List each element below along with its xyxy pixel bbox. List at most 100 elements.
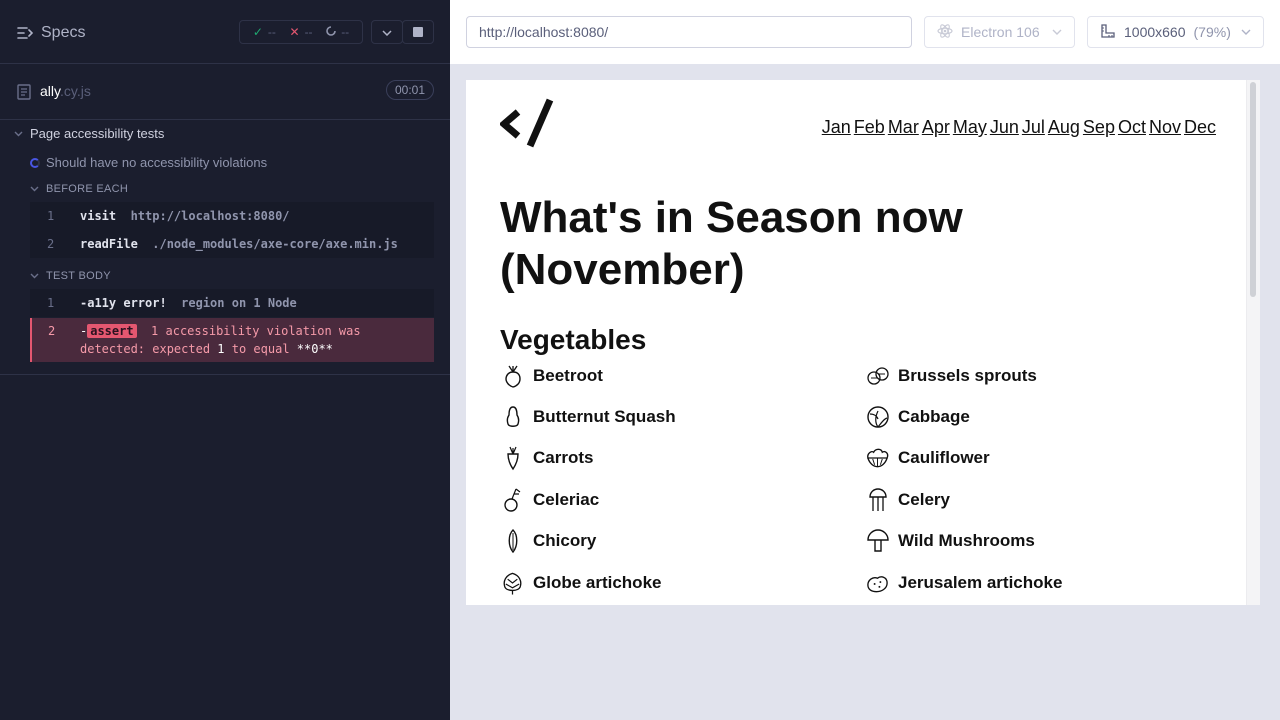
error-message-2c: to equal [231,342,290,356]
vegetable-item: Brussels sprouts [865,363,1037,388]
failed-stat: ✕ -- [290,25,313,39]
scrollbar-thumb[interactable] [1250,82,1256,297]
section-heading: Vegetables [500,324,647,355]
spec-file-header[interactable]: ally.cy.js 00:01 [0,65,450,120]
test-title: Should have no accessibility violations [46,155,268,170]
assert-tag: assert [87,324,137,338]
command-number: 2 [47,237,55,251]
test-body-hook[interactable]: TEST BODY [30,270,111,282]
test-body-commands: 1 -a11y error! region on 1 Node [30,289,434,317]
run-duration-badge: 00:01 [386,80,434,100]
spec-file-name: ally.cy.js [40,83,91,99]
month-link-jun[interactable]: Jun [990,117,1019,138]
month-nav: Jan Feb Mar Apr May Jun Jul Aug Sep Oct Nov Dec [822,117,1216,138]
chevron-down-icon [30,184,39,194]
month-link-may[interactable]: May [953,117,987,138]
vegetable-name: Celeriac [533,489,600,509]
ruler-icon [1100,23,1116,42]
month-link-nov[interactable]: Nov [1149,117,1181,138]
document-icon [17,84,31,105]
command-message: region on 1 Node [181,296,297,310]
chevron-down-icon [14,129,23,139]
vegetable-name: Cabbage [898,406,970,426]
error-message-2a: detected: expected [80,342,211,356]
specs-toggle-button[interactable]: Specs [17,22,85,44]
failed-count: -- [304,25,313,39]
pending-count: -- [341,25,350,39]
page-title-line-1: What's in Season now [500,193,963,242]
vegetable-item: Jerusalem artichoke [865,570,1062,595]
vegetable-item: Beetroot [500,363,603,388]
running-spinner-icon [30,157,40,168]
viewport-scale: (79%) [1193,24,1231,40]
failed-assertion-row[interactable]: 2 - assert 1 accessibility violation was … [30,318,434,362]
month-link-dec[interactable]: Dec [1184,117,1216,138]
pending-stat: -- [326,25,349,39]
page-title-line-2: (November) [500,245,745,294]
page-title: What's in Season now (November) [500,192,1100,296]
command-number: 1 [47,296,55,310]
before-each-commands: 1 visit http://localhost:8080/ 2 readFil… [30,202,434,258]
site-logo-icon[interactable] [498,98,556,153]
error-message-1: 1 accessibility violation was [151,324,361,338]
vegetable-name: Globe artichoke [533,572,662,592]
vegetable-name: Carrots [533,448,594,468]
command-name: visit http://localhost:8080/ [80,209,290,223]
chicory-icon [500,529,525,554]
cauliflower-icon [865,446,890,471]
beetroot-icon [500,363,525,388]
chevron-down-icon [30,271,39,281]
vegetable-name: Beetroot [533,365,603,385]
passed-stat: ✓ -- [253,25,276,39]
vegetable-item: Chicory [500,529,596,554]
specs-list-icon [17,26,33,40]
command-name: readFile ./node_modules/axe-core/axe.min… [80,237,398,251]
command-row[interactable]: 1 -a11y error! region on 1 Node [30,289,434,317]
month-link-jul[interactable]: Jul [1022,117,1045,138]
month-link-mar[interactable]: Mar [888,117,919,138]
vegetable-name: Butternut Squash [533,406,676,426]
month-link-aug[interactable]: Aug [1048,117,1080,138]
vegetable-name: Cauliflower [898,448,990,468]
error-actual-value: **0** [296,342,333,356]
before-each-hook[interactable]: BEFORE EACH [30,183,128,195]
specs-label: Specs [41,24,86,41]
error-line-2: detected: expected 1 to equal **0** [80,342,333,356]
vegetable-name: Chicory [533,531,597,551]
scrollbar-track[interactable] [1246,80,1260,605]
command-row[interactable]: 2 readFile ./node_modules/axe-core/axe.m… [30,230,434,258]
test-body-title: TEST BODY [46,270,111,282]
passed-count: -- [267,25,276,39]
vegetable-name: Jerusalem artichoke [898,572,1063,592]
vegetable-item: Celery [865,487,950,512]
vegetable-name: Wild Mushrooms [898,531,1035,551]
mushroom-icon [865,529,890,554]
carrot-icon [500,446,525,471]
vegetable-item: Cauliflower [865,446,990,471]
month-link-feb[interactable]: Feb [854,117,885,138]
auto-scroll-dropdown-button[interactable] [371,20,403,44]
month-link-jan[interactable]: Jan [822,117,851,138]
viewport-selector[interactable]: 1000x660 (79%) [1087,16,1264,48]
url-input[interactable] [466,16,912,48]
test-row[interactable]: Should have no accessibility violations [30,155,267,170]
test-stats: ✓ -- ✕ -- -- [239,20,363,44]
vegetable-item: Carrots [500,446,593,471]
browser-selector[interactable]: Electron 106 [924,16,1075,48]
stop-button[interactable] [402,20,434,44]
month-link-sep[interactable]: Sep [1083,117,1115,138]
vegetable-item: Cabbage [865,404,970,429]
celery-icon [865,487,890,512]
month-link-apr[interactable]: Apr [922,117,950,138]
aut-viewport[interactable]: Jan Feb Mar Apr May Jun Jul Aug Sep Oct Nov Dec Wha… [466,80,1260,605]
suite-row[interactable]: Page accessibility tests [14,126,164,141]
app-under-test-panel: Electron 106 1000x660 (79%) JanFebMarApr… [450,0,1280,720]
command-name-text: -a11y error! [80,296,167,310]
month-link-oct[interactable]: Oct [1118,117,1146,138]
command-name-text: readFile [80,237,138,251]
reporter-divider [0,374,450,375]
command-row[interactable]: 1 visit http://localhost:8080/ [30,202,434,230]
command-name: -a11y error! region on 1 Node [80,296,297,310]
artichoke-icon [500,570,525,595]
chevron-down-icon [1052,27,1062,38]
